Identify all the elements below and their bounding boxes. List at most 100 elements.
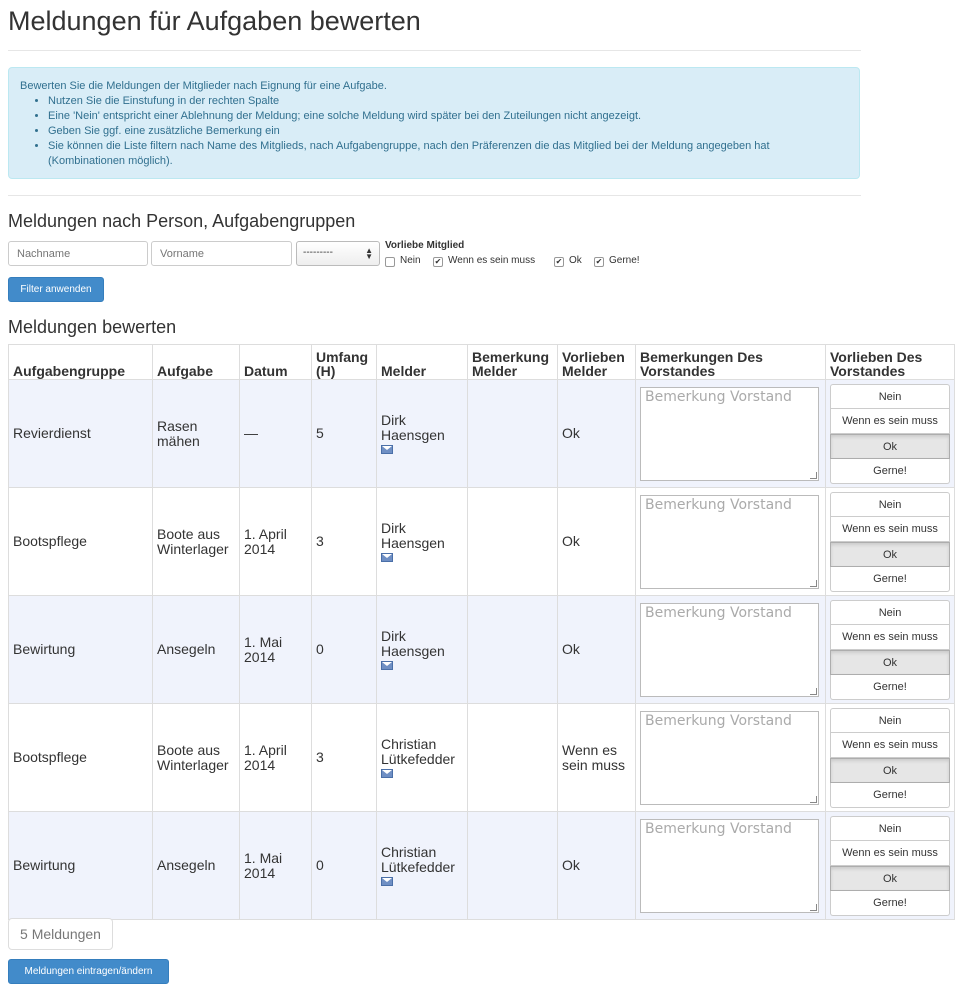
checkbox-ok[interactable]: ✔: [554, 257, 564, 267]
board-remark-textarea[interactable]: Bemerkung Vorstand: [640, 818, 819, 913]
table-row: Bewirtung Ansegeln 1. Mai 2014 0 Dirk Haen…: [8, 595, 955, 704]
rating-button-group: Nein Wenn es sein muss Ok Gerne!: [830, 707, 950, 808]
cell-task: Ansegeln: [152, 595, 240, 704]
submit-button[interactable]: Meldungen eintragen/ändern: [8, 959, 169, 984]
cell-task: Rasen mähen: [152, 379, 240, 488]
cell-person: Dirk Haensgen: [376, 487, 468, 596]
table-row: Bootspflege Boote aus Winterlager 1. Apri…: [8, 487, 955, 596]
cell-board-remark: Bemerkung Vorstand: [635, 595, 826, 704]
rate-gerne-button[interactable]: Gerne!: [830, 566, 950, 592]
lastname-input[interactable]: [8, 241, 148, 266]
cell-date: 1. April 2014: [239, 487, 312, 596]
cell-group: Bootspflege: [8, 703, 153, 812]
checkbox-label: Ok: [569, 255, 582, 266]
cell-board-rating: Nein Wenn es sein muss Ok Gerne!: [825, 811, 955, 920]
cell-hours: 3: [311, 703, 377, 812]
rate-wenn-es-sein-muss-button[interactable]: Wenn es sein muss: [830, 840, 950, 866]
divider: [8, 195, 861, 196]
rate-wenn-es-sein-muss-button[interactable]: Wenn es sein muss: [830, 624, 950, 650]
cell-hours: 3: [311, 487, 377, 596]
rate-wenn-es-sein-muss-button[interactable]: Wenn es sein muss: [830, 516, 950, 542]
cell-board-rating: Nein Wenn es sein muss Ok Gerne!: [825, 379, 955, 488]
info-bullet: Nutzen Sie die Einstufung in der rechten…: [48, 94, 849, 109]
cell-task: Boote aus Winterlager: [152, 487, 240, 596]
filter-heading: Meldungen nach Person, Aufgabengruppen: [8, 211, 356, 231]
cell-person: Christian Lütkefedder: [376, 811, 468, 920]
cell-member-remark: [467, 379, 558, 488]
rate-nein-button[interactable]: Nein: [830, 491, 950, 517]
checkbox-gerne[interactable]: ✔: [594, 257, 604, 267]
cell-task: Boote aus Winterlager: [152, 703, 240, 812]
cell-hours: 0: [311, 595, 377, 704]
rating-button-group: Nein Wenn es sein muss Ok Gerne!: [830, 383, 950, 484]
checkbox-wenn-es-sein-muss[interactable]: ✔: [433, 257, 443, 267]
board-remark-textarea[interactable]: Bemerkung Vorstand: [640, 386, 819, 481]
col-header: Bemerkungen Des Vorstandes: [635, 344, 826, 380]
cell-member-pref: Ok: [557, 487, 636, 596]
pref-label: Vorliebe Mitglied: [385, 240, 465, 251]
col-header: Melder: [376, 344, 468, 380]
rate-ok-button[interactable]: Ok: [830, 865, 950, 891]
board-remark-textarea[interactable]: Bemerkung Vorstand: [640, 710, 819, 805]
rate-nein-button[interactable]: Nein: [830, 383, 950, 409]
rate-wenn-es-sein-muss-button[interactable]: Wenn es sein muss: [830, 732, 950, 758]
rate-gerne-button[interactable]: Gerne!: [830, 458, 950, 484]
mail-icon[interactable]: [381, 877, 393, 886]
rate-gerne-button[interactable]: Gerne!: [830, 890, 950, 916]
rate-ok-button[interactable]: Ok: [830, 433, 950, 459]
board-remark-textarea[interactable]: Bemerkung Vorstand: [640, 602, 819, 697]
cell-group: Revierdienst: [8, 379, 153, 488]
col-header: Bemerkung Melder: [467, 344, 558, 380]
col-header: Aufgabengruppe: [8, 344, 153, 380]
board-remark-textarea[interactable]: Bemerkung Vorstand: [640, 494, 819, 589]
mail-icon[interactable]: [381, 769, 393, 778]
info-box: Bewerten Sie die Meldungen der Mitgliede…: [8, 67, 860, 179]
rate-ok-button[interactable]: Ok: [830, 649, 950, 675]
cell-board-rating: Nein Wenn es sein muss Ok Gerne!: [825, 703, 955, 812]
col-header: Vorlieben Melder: [557, 344, 636, 380]
col-header: Umfang (H): [311, 344, 377, 380]
cell-board-remark: Bemerkung Vorstand: [635, 703, 826, 812]
rate-gerne-button[interactable]: Gerne!: [830, 674, 950, 700]
firstname-input[interactable]: [151, 241, 292, 266]
cell-board-remark: Bemerkung Vorstand: [635, 811, 826, 920]
cell-date: 1. April 2014: [239, 703, 312, 812]
rate-ok-button[interactable]: Ok: [830, 757, 950, 783]
checkbox-nein[interactable]: [385, 257, 395, 267]
page-title: Meldungen für Aufgaben bewerten: [8, 6, 421, 36]
cell-member-remark: [467, 811, 558, 920]
cell-board-remark: Bemerkung Vorstand: [635, 487, 826, 596]
mail-icon[interactable]: [381, 661, 393, 670]
col-header: Aufgabe: [152, 344, 240, 380]
cell-person: Christian Lütkefedder: [376, 703, 468, 812]
group-select[interactable]: --------- ▲ ▼: [296, 241, 380, 266]
info-list: Nutzen Sie die Einstufung in der rechten…: [20, 94, 849, 169]
info-bullet: Eine 'Nein' entspricht einer Ablehnung d…: [48, 109, 849, 124]
mail-icon[interactable]: [381, 553, 393, 562]
cell-group: Bewirtung: [8, 811, 153, 920]
rating-button-group: Nein Wenn es sein muss Ok Gerne!: [830, 599, 950, 700]
info-bullet: Sie können die Liste filtern nach Name d…: [48, 139, 849, 169]
rate-wenn-es-sein-muss-button[interactable]: Wenn es sein muss: [830, 408, 950, 434]
cell-group: Bewirtung: [8, 595, 153, 704]
cell-member-pref: Ok: [557, 595, 636, 704]
apply-filter-button[interactable]: Filter anwenden: [8, 277, 104, 302]
cell-group: Bootspflege: [8, 487, 153, 596]
cell-member-remark: [467, 595, 558, 704]
rating-heading: Meldungen bewerten: [8, 317, 177, 337]
rate-nein-button[interactable]: Nein: [830, 815, 950, 841]
rating-button-group: Nein Wenn es sein muss Ok Gerne!: [830, 815, 950, 916]
updown-arrows-icon: ▲ ▼: [365, 246, 373, 261]
cell-date: —: [239, 379, 312, 488]
cell-hours: 0: [311, 811, 377, 920]
cell-date: 1. Mai 2014: [239, 595, 312, 704]
mail-icon[interactable]: [381, 445, 393, 454]
cell-member-pref: Ok: [557, 811, 636, 920]
rate-nein-button[interactable]: Nein: [830, 707, 950, 733]
rate-gerne-button[interactable]: Gerne!: [830, 782, 950, 808]
rate-nein-button[interactable]: Nein: [830, 599, 950, 625]
rate-ok-button[interactable]: Ok: [830, 541, 950, 567]
cell-member-pref: Ok: [557, 379, 636, 488]
cell-person: Dirk Haensgen: [376, 595, 468, 704]
cell-hours: 5: [311, 379, 377, 488]
